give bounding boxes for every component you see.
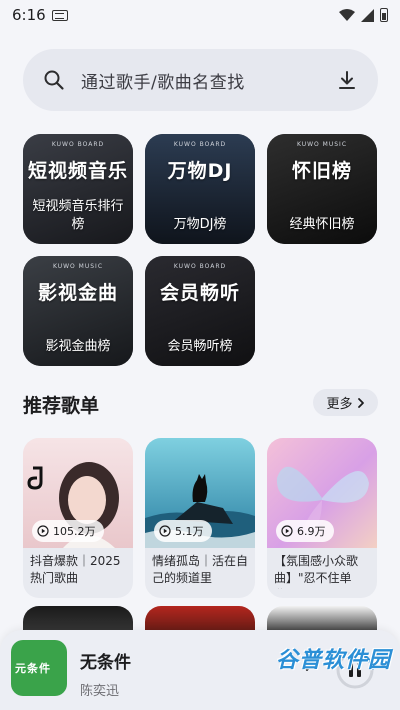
search-icon: [44, 70, 64, 90]
wifi-icon: [339, 9, 355, 21]
rank-card-cover-text: 影视金曲: [37, 282, 118, 304]
playlist-card[interactable]: 105.2万 抖音爆款｜2025热门歌曲: [23, 438, 133, 598]
rank-card-vip[interactable]: KUWO BOARD 会员畅听 会员畅听榜: [145, 256, 255, 366]
rank-card-short-video[interactable]: KUWO BOARD 短视频音乐 短视频音乐排行榜: [23, 134, 133, 244]
status-time: 6:16: [12, 6, 46, 24]
rank-card-label: 影视金曲榜: [45, 339, 111, 354]
play-count-badge: 5.1万: [154, 520, 212, 542]
rank-card-cover-text: 怀旧榜: [291, 160, 352, 182]
rank-card-dj[interactable]: KUWO BOARD 万物DJ 万物DJ榜: [145, 134, 255, 244]
more-button[interactable]: 更多: [313, 389, 378, 416]
play-count: 105.2万: [53, 525, 96, 538]
playlist-title: 【氛围感小众歌曲】"忍不住单曲...: [274, 554, 359, 589]
playlist-title: 情绪孤岛｜活在自己的频道里: [152, 554, 249, 585]
rank-card-classic[interactable]: KUWO MUSIC 怀旧榜 经典怀旧榜: [267, 134, 377, 244]
recommend-section-title: 推荐歌单: [23, 395, 100, 417]
play-circle-icon: [159, 525, 171, 537]
status-icons: [339, 8, 388, 22]
play-count: 5.1万: [175, 525, 204, 538]
playlist-card[interactable]: 6.9万 【氛围感小众歌曲】"忍不住单曲...: [267, 438, 377, 598]
rank-card-board: KUWO BOARD: [173, 141, 227, 148]
rank-card-board: KUWO MUSIC: [52, 263, 104, 270]
rank-card-film[interactable]: KUWO MUSIC 影视金曲 影视金曲榜: [23, 256, 133, 366]
rank-card-cover-text: 万物DJ: [167, 160, 233, 182]
play-count-badge: 105.2万: [32, 520, 104, 542]
now-playing-cover-text: 元条件: [15, 662, 51, 675]
now-playing-cover: 元条件: [11, 640, 67, 696]
rank-card-label: 经典怀旧榜: [289, 217, 355, 232]
chevron-right-icon: [357, 397, 364, 408]
rank-card-label: 短视频音乐排行榜: [32, 199, 124, 232]
search-placeholder[interactable]: 通过歌手/歌曲名查找: [81, 68, 336, 93]
play-circle-icon: [37, 525, 49, 537]
rank-card-board: KUWO BOARD: [51, 141, 105, 148]
rank-card-label: 万物DJ榜: [173, 217, 227, 232]
signal-icon: [361, 8, 374, 22]
playlist-title: 抖音爆款｜2025热门歌曲: [30, 554, 121, 585]
now-playing-title: 无条件: [80, 653, 131, 673]
rank-card-board: KUWO MUSIC: [296, 141, 348, 148]
playlist-card[interactable]: 5.1万 情绪孤岛｜活在自己的频道里: [145, 438, 255, 598]
play-count: 6.9万: [297, 525, 326, 538]
play-count-badge: 6.9万: [276, 520, 334, 542]
rank-card-cover-text: 会员畅听: [159, 282, 240, 304]
download-icon[interactable]: [336, 69, 358, 91]
search-bar[interactable]: 通过歌手/歌曲名查找: [23, 49, 378, 111]
watermark-logo: 谷普软件园: [276, 648, 392, 673]
play-circle-icon: [281, 525, 293, 537]
rank-card-cover-text: 短视频音乐: [27, 160, 128, 182]
status-bar: 6:16: [0, 0, 400, 30]
now-playing-artist: 陈奕迅: [80, 684, 120, 699]
rank-card-board: KUWO BOARD: [173, 263, 227, 270]
more-button-label: 更多: [326, 397, 353, 412]
notification-icon: [51, 9, 68, 21]
battery-icon: [380, 8, 388, 22]
rank-card-label: 会员畅听榜: [167, 339, 233, 354]
